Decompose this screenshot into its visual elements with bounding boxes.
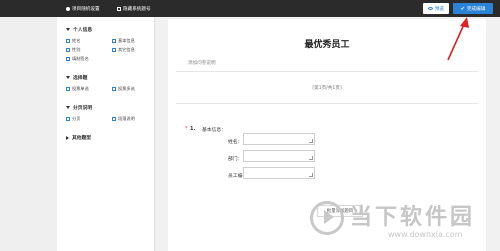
top-toolbar: 项目随机设置 隐藏系统题号 预览 ✔ 完成编辑 [0,0,500,17]
tool-label: 投票多选 [118,86,135,91]
tool-vote-single[interactable]: 投票单选 [66,86,89,92]
random-settings-label: 项目随机设置 [72,6,100,12]
section-personal-info[interactable]: 个人信息 [66,26,92,33]
tool-label: 填制签名 [72,56,89,61]
tool-signature[interactable]: 填制签名 [66,56,89,62]
tool-label: 投票单选 [72,86,89,91]
add-description-link[interactable]: 添加问卷说明 [188,60,216,66]
caret-right-icon [66,135,69,140]
watermark: 当下软件园 www.downxia.com [310,197,490,247]
tool-label: 分页 [72,116,81,121]
divider [176,103,478,104]
section-title: 分页说明 [73,106,93,111]
field-label-department: 部门： [228,157,243,162]
tool-label: 基本信息 [118,38,135,43]
settings-icon [66,6,70,11]
name-input[interactable] [243,133,315,145]
text-icon [112,39,116,43]
radio-icon [66,87,70,91]
tool-basic-info[interactable]: 基本信息 [112,38,135,44]
field-label-name: 姓名： [228,140,243,145]
caret-down-icon [66,106,70,109]
divider [176,71,478,72]
tool-gender[interactable]: 性别 [66,47,80,53]
preview-button[interactable]: 预览 [423,3,449,14]
watermark-logo-icon [310,201,344,235]
section-title: 其他题型 [72,136,92,141]
check-icon: ✔ [460,5,465,12]
question-title[interactable]: 基本信息： [202,126,226,133]
tool-label: 姓名 [72,38,81,43]
section-other-types[interactable]: 其他题型 [66,134,91,141]
hide-numbering-label: 隐藏系统题号 [123,6,151,12]
page-break-icon [66,117,70,121]
tool-paragraph[interactable]: 段落说明 [112,116,135,122]
section-title: 个人信息 [73,28,93,33]
section-choice[interactable]: 选择题 [66,74,87,81]
tool-page-break[interactable]: 分页 [66,116,80,122]
page-indicator: [第1页/共1页] [312,86,342,91]
employee-id-input[interactable] [243,167,315,179]
user-icon [66,39,70,43]
question-type-sidebar: 个人信息 姓名 基本信息 性别 其它信息 填制签名 选择题 投票单选 投票多选 … [57,17,155,251]
finish-editing-button[interactable]: ✔ 完成编辑 [453,3,493,14]
tool-other-info[interactable]: 其它信息 [112,47,135,53]
caret-down-icon [66,76,70,79]
section-paging[interactable]: 分页说明 [66,104,92,111]
tool-vote-multi[interactable]: 投票多选 [112,86,135,92]
finish-editing-label: 完成编辑 [466,6,486,12]
watermark-text: 当下软件园 [350,205,476,230]
question-number: 1. [190,126,196,132]
tool-name[interactable]: 姓名 [66,38,80,44]
random-settings-toggle[interactable]: 项目随机设置 [66,0,100,17]
tool-label: 段落说明 [118,116,135,121]
checkbox-icon [117,6,121,11]
pen-icon [66,57,70,61]
department-input[interactable] [243,150,315,162]
gender-icon [66,48,70,52]
tool-label: 性别 [72,47,81,52]
watermark-url: www.downxia.com [388,230,463,239]
tool-label: 其它信息 [118,47,135,52]
hide-numbering-toggle[interactable]: 隐藏系统题号 [117,0,151,17]
checkbox-icon [112,87,116,91]
eye-icon [427,7,433,10]
list-icon [112,48,116,52]
section-title: 选择题 [73,76,88,81]
required-mark: * [185,126,188,132]
paragraph-icon [112,117,116,121]
preview-label: 预览 [434,6,445,12]
survey-title[interactable]: 最优秀员工 [168,37,486,50]
caret-down-icon [66,28,70,31]
